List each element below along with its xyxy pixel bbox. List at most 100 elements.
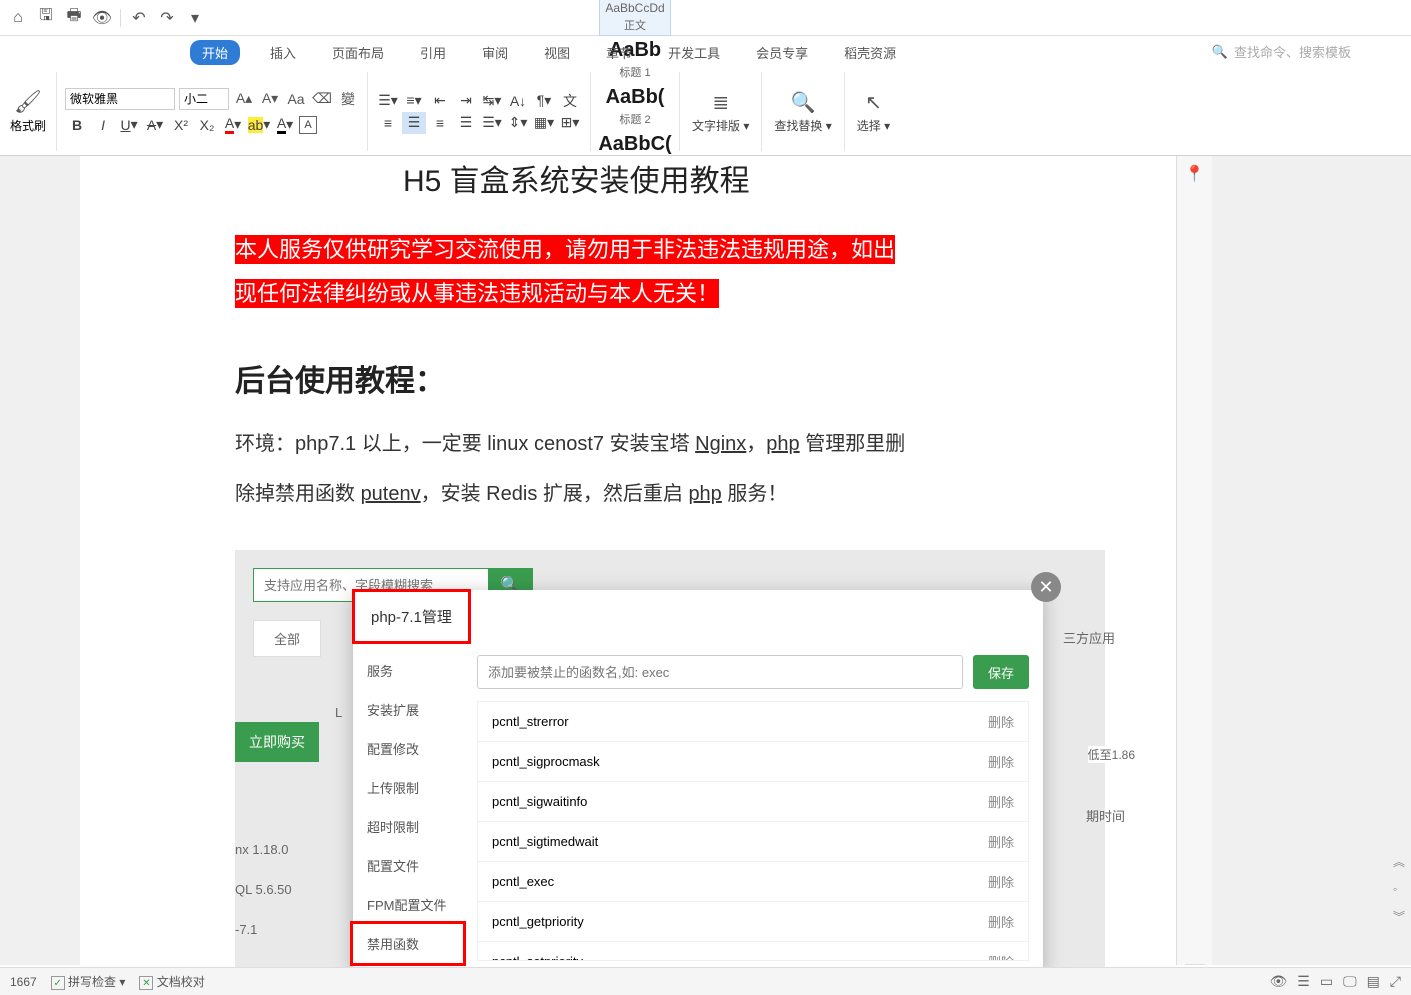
delete-link[interactable]: 删除: [988, 832, 1014, 851]
style-heading2[interactable]: AaBb( 标题 2: [599, 83, 671, 130]
expand-icon[interactable]: ⤢: [1390, 973, 1401, 990]
delete-link[interactable]: 删除: [988, 872, 1014, 891]
eye-icon[interactable]: 👁: [1269, 973, 1287, 990]
format-brush-button[interactable]: 🖌 格式刷: [0, 72, 57, 151]
save-button[interactable]: 保存: [973, 655, 1029, 689]
text-direction-button[interactable]: 文: [558, 90, 582, 112]
superscript-button[interactable]: X²: [169, 114, 193, 136]
shading-button[interactable]: ▦▾: [532, 112, 556, 134]
side-upload-limit[interactable]: 上传限制: [353, 768, 463, 807]
show-marks-button[interactable]: ¶▾: [532, 90, 556, 112]
web-layout-icon[interactable]: 🖵: [1343, 973, 1357, 990]
dropdown-icon[interactable]: ▾: [185, 8, 205, 28]
delete-link[interactable]: 删除: [988, 752, 1014, 771]
buy-now-button[interactable]: 立即购买: [235, 722, 319, 762]
underline-button[interactable]: U▾: [117, 114, 141, 136]
find-replace-button[interactable]: 🔍 查找替换 ▾: [762, 72, 844, 151]
tab-docer[interactable]: 稻壳资源: [838, 39, 902, 66]
strikethrough-button[interactable]: A▾: [143, 114, 167, 136]
side-fpm-config[interactable]: FPM配置文件: [353, 885, 463, 924]
numbering-button[interactable]: ≡▾: [402, 90, 426, 112]
char-shading-button[interactable]: A▾: [273, 114, 297, 136]
tab-sections[interactable]: 章节: [600, 39, 638, 66]
delete-link[interactable]: 删除: [988, 712, 1014, 731]
align-right-button[interactable]: ≡: [428, 112, 452, 134]
ribbon-tabs: 开始 插入 页面布局 引用 审阅 视图 章节 开发工具 会员专享 稻壳资源 🔍 …: [0, 36, 1411, 68]
scroll-menu-icon[interactable]: ◦: [1393, 882, 1405, 896]
tab-all-apps[interactable]: 全部: [253, 620, 321, 657]
distribute-button[interactable]: ☰▾: [480, 112, 504, 134]
tab-member[interactable]: 会员专享: [750, 39, 814, 66]
disable-func-input[interactable]: [477, 655, 963, 689]
print-icon[interactable]: 🖶: [64, 8, 84, 28]
align-left-button[interactable]: ≡: [376, 112, 400, 134]
style-normal[interactable]: AaBbCcDd 正文: [599, 0, 671, 36]
bold-button[interactable]: B: [65, 114, 89, 136]
document-page[interactable]: H5 盲盒系统安装使用教程 本人服务仅供研究学习交流使用，请勿用于非法违法违规用…: [80, 156, 1176, 965]
status-bar: 1667 ✓ 拼写检查 ▾ ✕ 文档校对 👁 ☰ ▭ 🖵 ▤ ⤢: [0, 967, 1411, 995]
tab-stops-button[interactable]: ↹▾: [480, 90, 504, 112]
scroll-down-icon[interactable]: ︾: [1393, 908, 1405, 925]
font-name-select[interactable]: [65, 88, 175, 110]
text-layout-button[interactable]: ≣ 文字排版 ▾: [680, 72, 762, 151]
doc-proof-toggle[interactable]: ✕ 文档校对: [139, 973, 204, 991]
side-config[interactable]: 配置修改: [353, 729, 463, 768]
select-button[interactable]: ↖ 选择 ▾: [845, 72, 902, 151]
clear-format-icon[interactable]: ⌫: [311, 88, 333, 110]
settings-icon[interactable]: ▤: [1367, 973, 1380, 990]
tab-view[interactable]: 视图: [538, 39, 576, 66]
bullets-button[interactable]: ☰▾: [376, 90, 400, 112]
increase-indent-button[interactable]: ⇥: [454, 90, 478, 112]
justify-button[interactable]: ☰: [454, 112, 478, 134]
decrease-indent-button[interactable]: ⇤: [428, 90, 452, 112]
highlight-button[interactable]: ab▾: [247, 114, 271, 136]
tab-references[interactable]: 引用: [414, 39, 452, 66]
preview-icon[interactable]: 👁: [92, 8, 112, 28]
command-search[interactable]: 🔍 查找命令、搜索模板: [1212, 42, 1351, 61]
delete-link[interactable]: 删除: [988, 952, 1014, 961]
sort-button[interactable]: A↓: [506, 90, 530, 112]
tab-review[interactable]: 审阅: [476, 39, 514, 66]
third-party-label: 三方应用: [1063, 628, 1115, 647]
divider: [120, 9, 121, 27]
disabled-func-list[interactable]: pcntl_strerror删除 pcntl_sigprocmask删除 pcn…: [477, 701, 1029, 961]
tab-devtools[interactable]: 开发工具: [662, 39, 726, 66]
side-extensions[interactable]: 安装扩展: [353, 690, 463, 729]
text-layout-icon: ≣: [712, 90, 729, 115]
side-disable-func[interactable]: 禁用函数: [353, 924, 463, 963]
scroll-up-icon[interactable]: ︽: [1393, 853, 1405, 870]
side-timeout[interactable]: 超时限制: [353, 807, 463, 846]
save-icon[interactable]: 🖫: [36, 8, 56, 28]
char-border-button[interactable]: A: [299, 116, 317, 134]
line-spacing-button[interactable]: ⇕▾: [506, 112, 530, 134]
side-service[interactable]: 服务: [353, 651, 463, 690]
home-icon[interactable]: ⌂: [8, 8, 28, 28]
tab-insert[interactable]: 插入: [264, 39, 302, 66]
decrease-font-icon[interactable]: A▾: [259, 88, 281, 110]
phonetic-icon[interactable]: 變: [337, 88, 359, 110]
redo-icon[interactable]: ↷: [157, 8, 177, 28]
italic-button[interactable]: I: [91, 114, 115, 136]
close-button[interactable]: ✕: [1031, 572, 1061, 602]
location-icon[interactable]: 📍: [1185, 164, 1205, 184]
page-number[interactable]: 1667: [10, 975, 37, 989]
change-case-icon[interactable]: Aa: [285, 88, 307, 110]
delete-link[interactable]: 删除: [988, 792, 1014, 811]
outline-icon[interactable]: ☰: [1297, 973, 1310, 990]
undo-icon[interactable]: ↶: [129, 8, 149, 28]
subscript-button[interactable]: X₂: [195, 114, 219, 136]
tab-layout[interactable]: 页面布局: [326, 39, 390, 66]
font-color-button[interactable]: A▾: [221, 114, 245, 136]
quick-access-toolbar: ⌂ 🖫 🖶 👁 ↶ ↷ ▾: [0, 0, 1411, 36]
delete-link[interactable]: 删除: [988, 912, 1014, 931]
spellcheck-toggle[interactable]: ✓ 拼写检查 ▾: [51, 973, 126, 991]
func-row: pcntl_exec删除: [478, 862, 1028, 902]
increase-font-icon[interactable]: A▴: [233, 88, 255, 110]
cursor-icon: ↖: [865, 90, 882, 115]
side-config-file[interactable]: 配置文件: [353, 846, 463, 885]
borders-button[interactable]: ⊞▾: [558, 112, 582, 134]
read-icon[interactable]: ▭: [1320, 973, 1333, 990]
tab-start[interactable]: 开始: [190, 40, 240, 65]
align-center-button[interactable]: ☰: [402, 112, 426, 134]
font-size-select[interactable]: [179, 88, 229, 110]
